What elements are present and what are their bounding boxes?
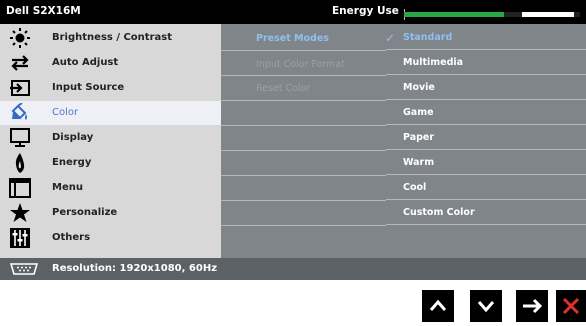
divider	[221, 200, 386, 201]
nav-down-button[interactable]	[470, 290, 502, 322]
menu-item-label: Input Source	[52, 82, 125, 93]
divider	[386, 124, 586, 125]
divider	[221, 100, 386, 101]
divider	[386, 74, 586, 75]
energy-icon	[15, 153, 25, 173]
submenu-item-reset-color: Reset Color	[256, 83, 311, 94]
divider	[221, 175, 386, 176]
option-standard[interactable]: ✓ Standard	[385, 26, 586, 50]
auto-adjust-icon	[11, 55, 29, 71]
menu-item-personalize[interactable]: Personalize	[0, 201, 221, 225]
resolution-status: Resolution: 1920x1080, 60Hz	[52, 263, 218, 274]
star-icon	[10, 203, 30, 222]
submenu-item-preset-modes[interactable]: Preset Modes	[256, 33, 329, 44]
arrow-right-icon	[523, 298, 543, 314]
input-source-icon	[10, 80, 30, 96]
divider	[221, 225, 386, 226]
divider	[386, 99, 586, 100]
energy-use-remainder	[522, 12, 574, 17]
option-custom-color[interactable]: Custom Color	[386, 201, 586, 225]
submenu-item-input-color-format: Input Color Format	[256, 59, 345, 70]
menu-item-display[interactable]: Display	[0, 126, 221, 150]
chevron-up-icon	[429, 299, 447, 311]
menu-item-menu[interactable]: Menu	[0, 176, 221, 200]
option-label: Cool	[403, 182, 427, 193]
divider	[386, 174, 586, 175]
monitor-model: Dell S2X16M	[6, 5, 81, 17]
menu-item-brightness-contrast[interactable]: Brightness / Contrast	[0, 26, 221, 50]
status-bar: Resolution: 1920x1080, 60Hz	[0, 258, 586, 280]
option-warm[interactable]: Warm	[386, 151, 586, 175]
brightness-icon	[10, 28, 30, 48]
option-movie[interactable]: Movie	[386, 76, 586, 100]
check-icon: ✓	[385, 31, 396, 45]
menu-item-label: Display	[52, 132, 94, 143]
option-label: Paper	[403, 132, 435, 143]
menu-item-input-source[interactable]: Input Source	[0, 76, 221, 100]
option-label: Movie	[403, 82, 435, 93]
nav-up-button[interactable]	[422, 290, 454, 322]
menu-item-label: Others	[52, 232, 91, 243]
options-panel: ✓ Standard Multimedia Movie Game Paper W…	[385, 24, 586, 258]
nav-right-button[interactable]	[516, 290, 548, 322]
menu-item-label: Color	[52, 107, 79, 118]
submenu-panel: Preset Modes Input Color Format Reset Co…	[221, 24, 386, 258]
exit-button[interactable]	[556, 290, 586, 322]
option-multimedia[interactable]: Multimedia	[386, 51, 586, 75]
menu-item-others[interactable]: Others	[0, 226, 221, 250]
menu-item-color[interactable]: Color	[0, 101, 221, 125]
divider	[221, 75, 386, 76]
option-label: Custom Color	[403, 207, 475, 218]
main-menu: Brightness / Contrast Auto Adjust Input …	[0, 24, 221, 258]
divider	[386, 224, 586, 225]
close-icon	[562, 297, 580, 315]
video-connector-icon	[9, 263, 39, 275]
divider	[386, 199, 586, 200]
monitor-osd: Dell S2X16M Energy Use Brightness / Cont…	[0, 0, 586, 280]
menu-item-auto-adjust[interactable]: Auto Adjust	[0, 51, 221, 75]
menu-item-label: Auto Adjust	[52, 57, 119, 68]
menu-item-label: Personalize	[52, 207, 118, 218]
color-icon	[11, 103, 27, 120]
menu-item-energy[interactable]: Energy	[0, 151, 221, 175]
title-bar: Dell S2X16M Energy Use	[0, 0, 586, 24]
energy-use-label: Energy Use	[332, 5, 399, 17]
option-label: Game	[403, 107, 434, 118]
option-game[interactable]: Game	[386, 101, 586, 125]
chevron-down-icon	[477, 301, 495, 313]
menu-item-label: Menu	[52, 182, 83, 193]
option-label: Warm	[403, 157, 435, 168]
energy-use-fill	[404, 12, 504, 17]
menu-item-label: Brightness / Contrast	[52, 32, 172, 43]
option-cool[interactable]: Cool	[386, 176, 586, 200]
divider	[386, 49, 586, 50]
energy-use-meter	[404, 12, 580, 17]
divider	[221, 150, 386, 151]
menu-icon	[9, 178, 31, 198]
option-paper[interactable]: Paper	[386, 126, 586, 150]
divider	[221, 50, 386, 51]
divider	[221, 125, 386, 126]
option-label: Multimedia	[403, 57, 464, 68]
menu-item-label: Energy	[52, 157, 92, 168]
divider	[386, 149, 586, 150]
others-icon	[10, 228, 30, 248]
display-icon	[10, 128, 30, 147]
option-label: Standard	[403, 32, 453, 43]
